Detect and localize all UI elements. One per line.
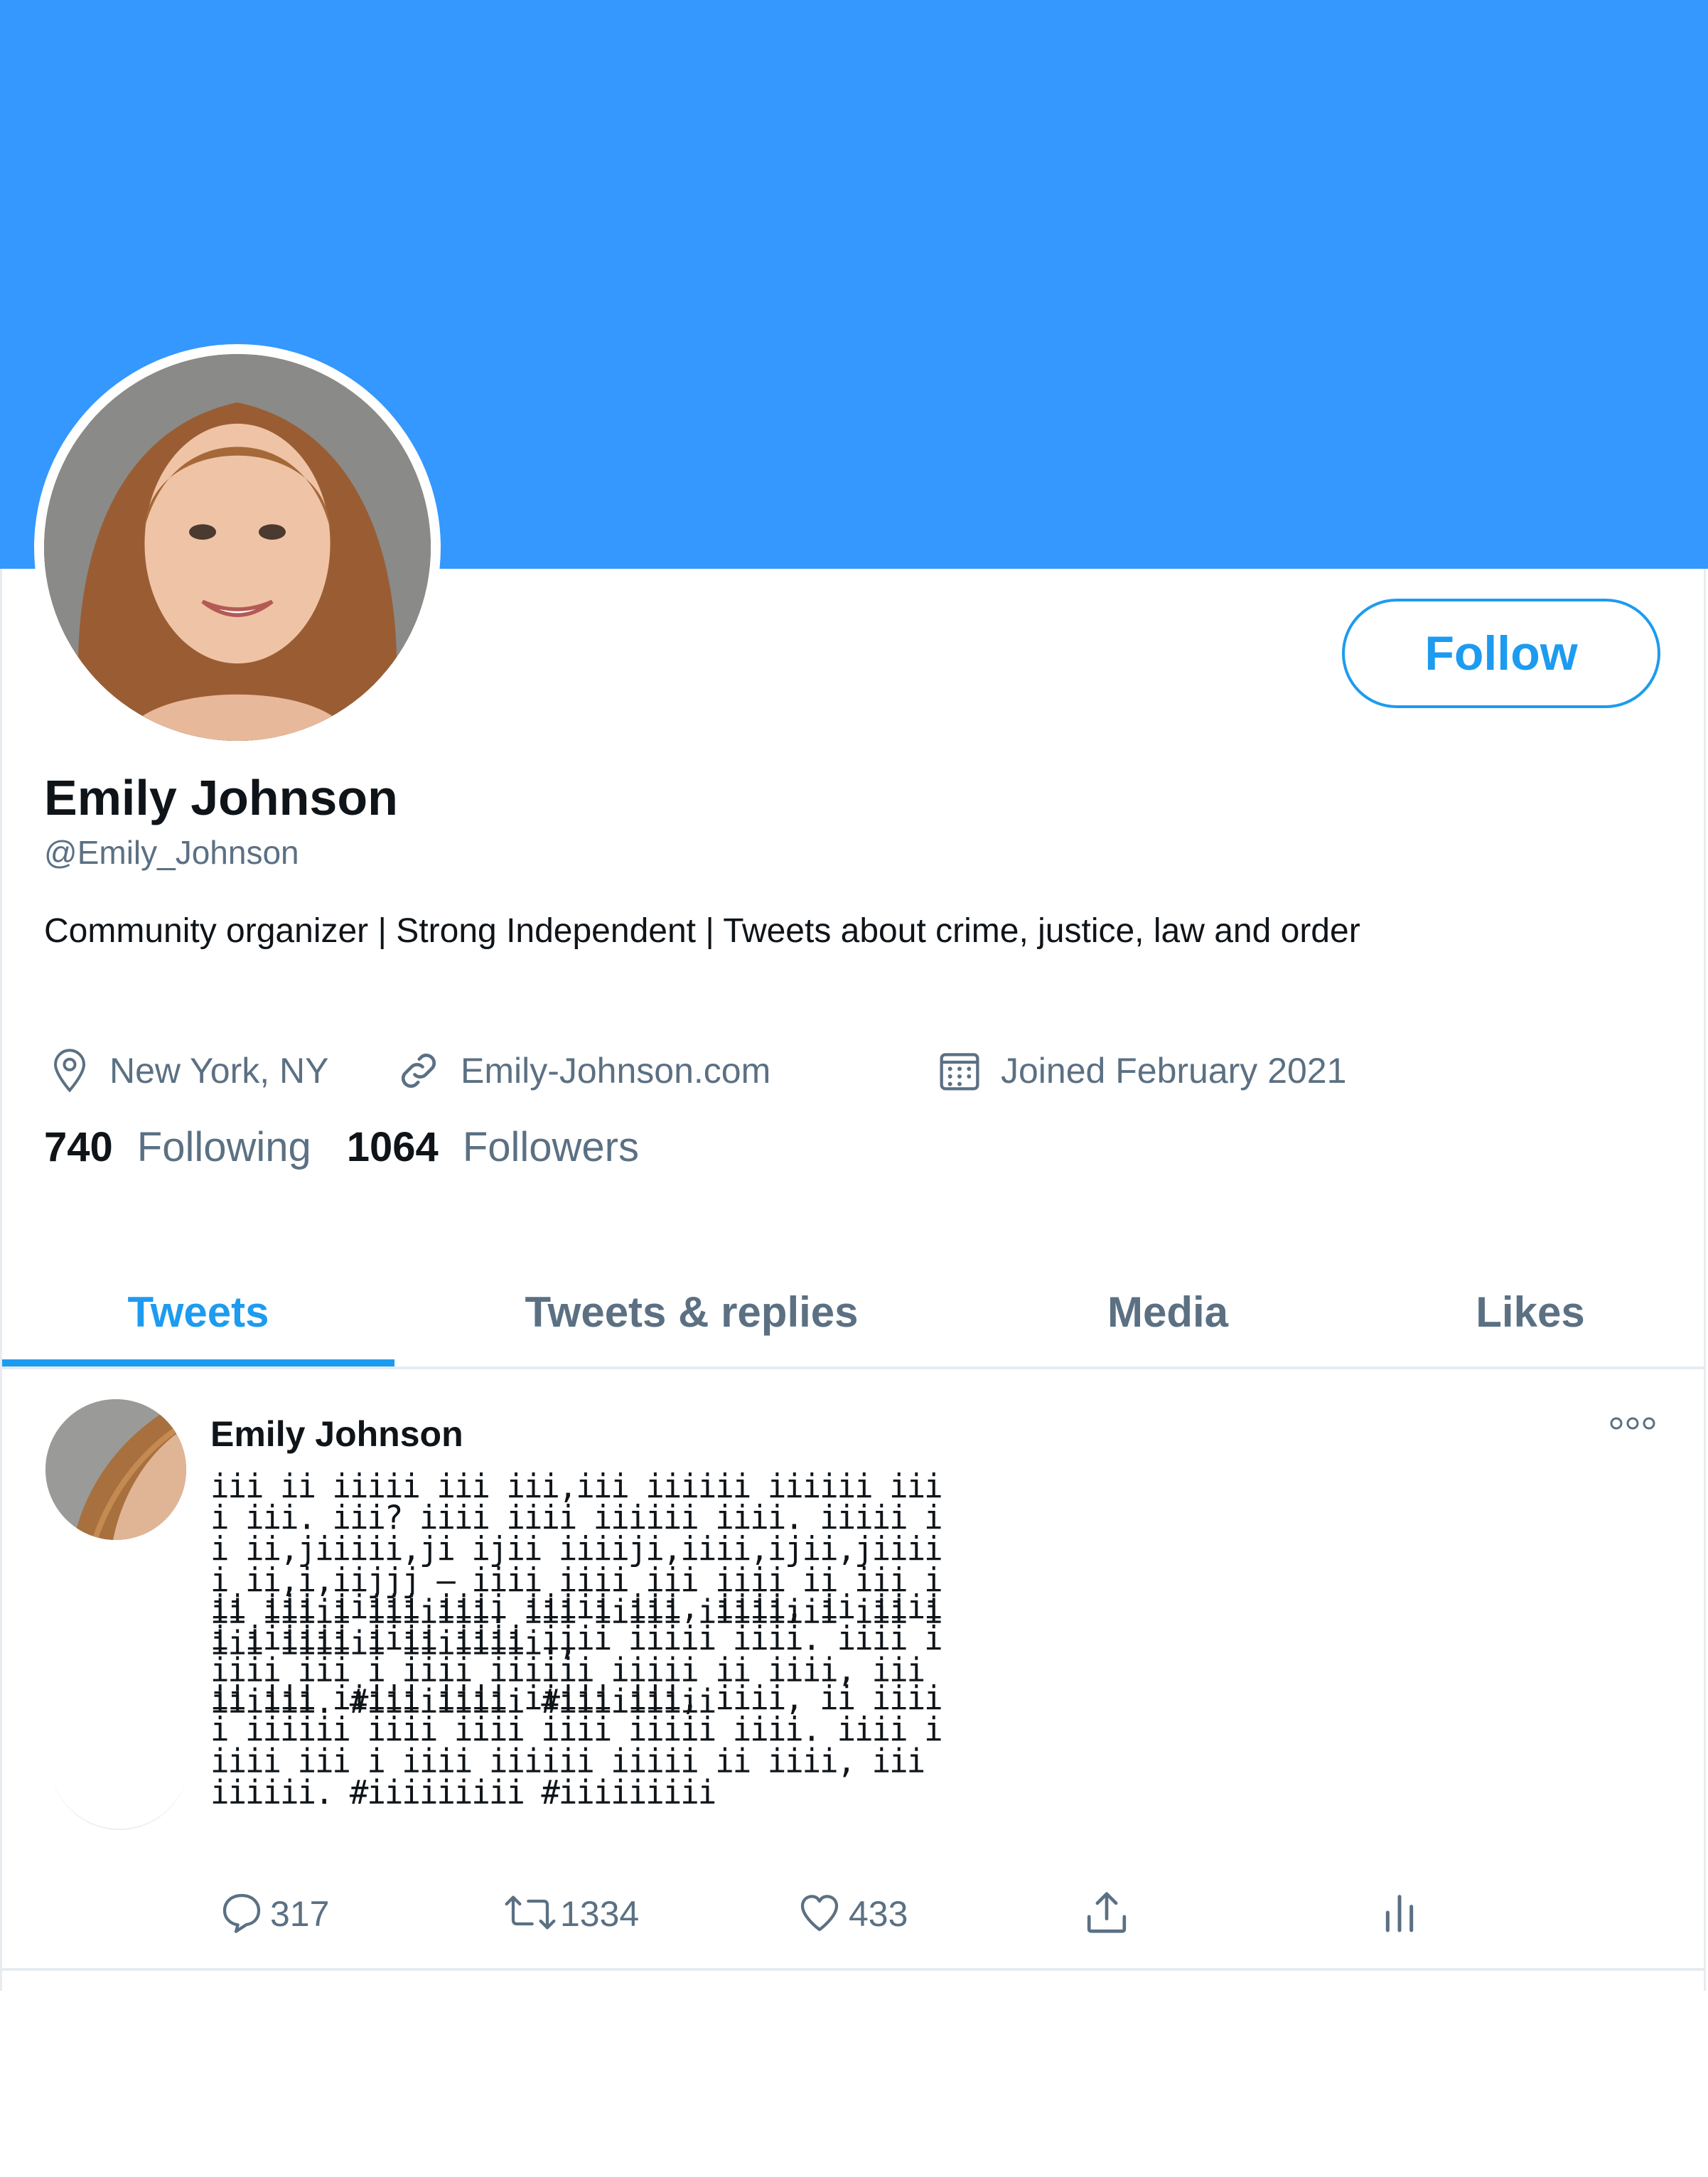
website-link[interactable]: Emily-Johnson.com bbox=[461, 1050, 770, 1091]
profile-bio: Community organizer | Strong Independent… bbox=[44, 912, 1360, 950]
calendar-icon bbox=[937, 1048, 982, 1093]
display-name: Emily Johnson bbox=[44, 770, 398, 825]
map-pin-icon bbox=[48, 1047, 91, 1094]
following-label[interactable]: Following bbox=[137, 1123, 311, 1171]
website-meta[interactable]: Emily-Johnson.com bbox=[395, 1042, 770, 1099]
followers-count[interactable]: 1064 bbox=[347, 1123, 439, 1171]
following-count[interactable]: 740 bbox=[44, 1123, 113, 1171]
tweet-avatar[interactable] bbox=[45, 1399, 186, 1540]
retweet-count: 1334 bbox=[560, 1894, 640, 1934]
location-meta: New York, NY bbox=[48, 1042, 328, 1099]
retweet-button[interactable]: 1334 bbox=[502, 1886, 639, 1942]
tab-tweets[interactable]: Tweets bbox=[2, 1251, 394, 1372]
reply-count: 317 bbox=[270, 1894, 330, 1934]
user-handle: @Emily_Johnson bbox=[44, 834, 299, 871]
tab-media[interactable]: Media bbox=[1026, 1251, 1310, 1372]
profile-avatar[interactable] bbox=[34, 344, 441, 751]
analytics-icon bbox=[1382, 1888, 1417, 1941]
share-icon bbox=[1082, 1888, 1132, 1941]
profile-tabs: Tweets Tweets & replies Media Likes bbox=[2, 1251, 1704, 1372]
follow-stats: 740 Following 1064 Followers bbox=[44, 1123, 675, 1171]
comment-icon bbox=[219, 1890, 264, 1939]
tweet-divider bbox=[0, 1968, 1706, 1971]
joined-text: Joined February 2021 bbox=[1001, 1051, 1347, 1091]
followers-label[interactable]: Followers bbox=[463, 1123, 639, 1171]
share-button[interactable] bbox=[1082, 1886, 1132, 1942]
placeholder-avatar bbox=[50, 1691, 189, 1830]
tweet-paragraph: ii iii iiiii iiii iiiii iii, iiii, ii ii… bbox=[210, 1679, 943, 1812]
link-icon bbox=[395, 1047, 442, 1094]
tweet-author-name[interactable]: Emily Johnson bbox=[210, 1413, 463, 1455]
tab-likes[interactable]: Likes bbox=[1395, 1251, 1665, 1372]
location-text: New York, NY bbox=[109, 1051, 329, 1091]
like-button[interactable]: 433 bbox=[796, 1886, 908, 1942]
analytics-button[interactable] bbox=[1382, 1886, 1417, 1942]
reply-button[interactable]: 317 bbox=[219, 1886, 329, 1942]
more-icon[interactable] bbox=[1608, 1415, 1658, 1432]
like-count: 433 bbox=[849, 1894, 908, 1934]
active-tab-indicator bbox=[2, 1359, 394, 1366]
avatar-photo bbox=[44, 354, 431, 741]
tabs-divider bbox=[2, 1366, 1704, 1369]
heart-icon bbox=[796, 1890, 843, 1939]
profile-page: Follow Emily Johnson @Emily_Johnson Comm… bbox=[0, 0, 1708, 2177]
retweet-icon bbox=[502, 1890, 559, 1939]
tab-tweets-replies[interactable]: Tweets & replies bbox=[443, 1251, 940, 1372]
follow-button[interactable]: Follow bbox=[1342, 599, 1660, 708]
joined-meta: Joined February 2021 bbox=[937, 1042, 1346, 1099]
